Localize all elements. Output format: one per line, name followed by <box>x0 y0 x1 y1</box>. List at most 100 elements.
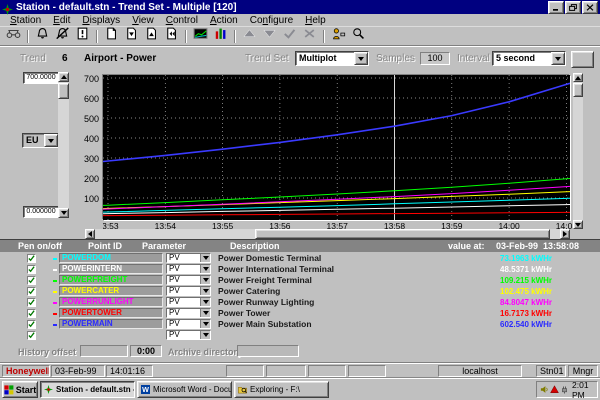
parameter-select[interactable]: PV <box>166 330 211 340</box>
current-value: 16.7173 kWHr <box>500 308 596 319</box>
time-scrollbar[interactable] <box>85 229 570 239</box>
point-id-cell[interactable]: POWERFREIGHT <box>59 275 163 285</box>
history-offset-field[interactable] <box>80 345 128 357</box>
parameter-select[interactable]: PV <box>166 297 211 307</box>
page-fast-icon <box>164 27 179 45</box>
offset-time-box[interactable]: 0:00 <box>130 345 162 357</box>
chevron-down-icon[interactable] <box>200 287 210 295</box>
page-back-button[interactable] <box>161 28 181 44</box>
alarm-tray-icon[interactable] <box>550 385 559 394</box>
chevron-down-icon[interactable] <box>200 331 210 339</box>
alarm-summary-button[interactable] <box>32 28 52 44</box>
chevron-down-icon[interactable] <box>354 52 368 65</box>
window-titlebar[interactable]: Station - default.stn - Trend Set - Mult… <box>0 0 600 14</box>
pen-checkbox[interactable] <box>27 298 36 307</box>
alarm-silence-button[interactable] <box>52 28 72 44</box>
raise-button[interactable] <box>239 28 259 44</box>
plug-tray-icon[interactable] <box>560 385 569 394</box>
pen-scrollbar[interactable] <box>573 73 583 229</box>
chevron-down-icon[interactable] <box>200 320 210 328</box>
group-display-button[interactable] <box>210 28 230 44</box>
pen-checkbox[interactable] <box>27 309 36 318</box>
parameter-select[interactable]: PV <box>166 264 211 274</box>
unit-select[interactable]: EU <box>22 133 59 148</box>
point-id-cell[interactable]: POWERRUNLIGHT <box>59 297 163 307</box>
menu-action[interactable]: Action <box>204 15 244 26</box>
chevron-down-icon[interactable] <box>200 298 210 306</box>
station-task-icon <box>44 385 53 394</box>
range-max-box[interactable]: 700.0000 <box>23 72 59 84</box>
parameter-select[interactable]: PV <box>166 275 211 285</box>
pen-checkbox[interactable] <box>27 320 36 329</box>
scroll-up-icon[interactable] <box>573 73 583 82</box>
parameter-select[interactable]: PV <box>166 253 211 263</box>
point-id-cell[interactable]: POWERCATER <box>59 286 163 296</box>
accept-button[interactable] <box>279 28 299 44</box>
menu-edit[interactable]: Edit <box>47 15 76 26</box>
pen-checkbox[interactable] <box>27 287 36 296</box>
station-connect-button[interactable] <box>3 28 23 44</box>
scroll-down-icon[interactable] <box>573 220 583 229</box>
scroll-left-icon[interactable] <box>85 229 95 239</box>
trend-popup-button[interactable] <box>571 51 594 68</box>
taskbar-task-3[interactable]: Exploring - F:\ <box>234 381 329 398</box>
trend-number: 6 <box>62 53 68 64</box>
samples-input[interactable]: 100 <box>420 52 450 65</box>
trend-set-select[interactable]: Multiplot <box>295 51 369 66</box>
menu-station[interactable]: Station <box>4 15 47 26</box>
volume-icon[interactable] <box>540 385 549 394</box>
y-tick-label: 100 <box>67 194 99 204</box>
trend-plot[interactable] <box>103 75 570 220</box>
point-id-cell[interactable]: POWERTOWER <box>59 308 163 318</box>
taskbar-task-2[interactable]: WMicrosoft Word - Document1 <box>137 381 232 398</box>
bell-slash-icon <box>55 27 70 45</box>
start-button[interactable]: Start <box>2 381 38 398</box>
chevron-down-icon[interactable] <box>200 276 210 284</box>
chevron-down-icon[interactable] <box>551 52 565 65</box>
chevron-down-icon[interactable] <box>44 134 58 147</box>
close-button[interactable] <box>582 1 598 14</box>
pen-checkbox[interactable] <box>27 276 36 285</box>
minimize-button[interactable] <box>548 1 564 14</box>
message-summary-button[interactable] <box>72 28 92 44</box>
parameter-select[interactable]: PV <box>166 319 211 329</box>
col-value-at: value at: <box>448 241 485 251</box>
menu-view[interactable]: View <box>126 15 160 26</box>
point-id-cell[interactable]: POWERINTERN <box>59 264 163 274</box>
status-host: localhost <box>438 365 522 377</box>
trend-display-button[interactable] <box>190 28 210 44</box>
archive-directory-field[interactable] <box>237 345 299 357</box>
range-min-box[interactable]: 0.000000 <box>23 206 59 218</box>
page-down-button[interactable] <box>121 28 141 44</box>
cancel-button[interactable] <box>299 28 319 44</box>
taskbar-task-1[interactable]: Station - default.stn -... <box>40 381 135 398</box>
point-id-cell[interactable]: POWERDOM <box>59 253 163 263</box>
parameter-select[interactable]: PV <box>166 286 211 296</box>
pen-checkbox[interactable] <box>27 254 36 263</box>
chevron-down-icon[interactable] <box>200 309 210 317</box>
chevron-down-icon[interactable] <box>200 265 210 273</box>
menu-control[interactable]: Control <box>160 15 204 26</box>
scroll-down-icon[interactable] <box>58 208 69 218</box>
trend-chart-area: 700.0000 EU 0.000000 7006005004003002001… <box>0 70 600 238</box>
parameter-select[interactable]: PV <box>166 308 211 318</box>
find-button[interactable] <box>348 28 368 44</box>
point-id-cell[interactable]: POWERMAIN <box>59 319 163 329</box>
page-display-button[interactable] <box>101 28 121 44</box>
lower-button[interactable] <box>259 28 279 44</box>
chevron-down-icon[interactable] <box>200 254 210 262</box>
menu-help[interactable]: Help <box>299 15 332 26</box>
menu-configure[interactable]: Configure <box>244 15 299 26</box>
operator-button[interactable] <box>328 28 348 44</box>
menu-displays[interactable]: Displays <box>76 15 126 26</box>
scroll-right-icon[interactable] <box>560 229 570 239</box>
interval-select[interactable]: 5 second <box>492 51 566 66</box>
page-up-button[interactable] <box>141 28 161 44</box>
pen-checkbox[interactable] <box>27 331 36 340</box>
scrollbar-thumb[interactable] <box>255 229 550 239</box>
station-icon <box>6 27 21 45</box>
pen-checkbox[interactable] <box>27 265 36 274</box>
scrollbar-thumb[interactable] <box>573 83 583 97</box>
restore-button[interactable] <box>565 1 581 14</box>
description-text: Power Tower <box>218 308 490 319</box>
